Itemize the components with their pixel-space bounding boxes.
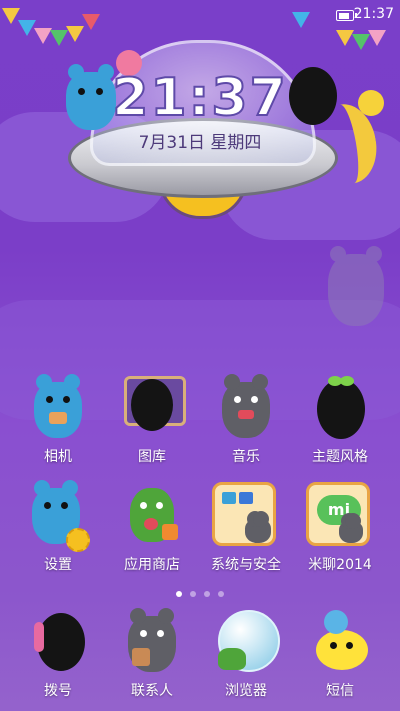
dock-messages[interactable]: 短信 — [298, 608, 382, 708]
clock-date: 7月31日 星期四 — [138, 133, 262, 153]
app-label: 短信 — [326, 683, 354, 699]
app-app-store[interactable]: 应用商店 — [110, 482, 194, 582]
page-dot[interactable] — [218, 591, 224, 597]
app-label: 联系人 — [131, 683, 173, 699]
app-label: 音乐 — [232, 449, 260, 465]
dock-dialer[interactable]: 拨号 — [16, 608, 100, 708]
app-system-security[interactable]: 系统与安全 — [204, 482, 288, 582]
page-indicator[interactable] — [172, 582, 228, 597]
app-themes[interactable]: 主题风格 — [298, 374, 382, 474]
status-clock: 21:37 — [353, 6, 394, 22]
contacts-bear-icon — [122, 608, 182, 674]
gallery-monster-icon — [122, 374, 186, 440]
music-bear-icon — [216, 374, 276, 440]
battery-icon — [336, 10, 357, 21]
app-gallery[interactable]: 图库 — [110, 374, 194, 474]
phone-monster-icon — [28, 608, 88, 674]
app-store-monster-icon — [122, 482, 182, 548]
faded-bear-decoration — [328, 246, 384, 326]
app-label: 图库 — [138, 449, 166, 465]
app-settings[interactable]: 设置 — [16, 480, 100, 582]
app-label: 拨号 — [44, 683, 72, 699]
bunting-flag — [368, 30, 386, 46]
dock-browser[interactable]: 浏览器 — [204, 608, 288, 708]
themes-monster-icon — [310, 374, 370, 440]
app-label: 浏览器 — [225, 683, 267, 699]
messages-monster-icon — [310, 608, 370, 674]
app-label: 应用商店 — [124, 557, 180, 573]
app-label: 系统与安全 — [211, 557, 281, 573]
settings-bear-icon — [28, 480, 90, 552]
page-dot[interactable] — [204, 591, 210, 597]
status-bar: 21:37 — [0, 0, 400, 30]
app-label: 相机 — [44, 449, 72, 465]
browser-globe-icon — [216, 608, 280, 674]
page-dot[interactable] — [176, 591, 182, 597]
camera-bear-icon — [28, 374, 88, 440]
app-label: 主题风格 — [312, 449, 368, 465]
app-camera[interactable]: 相机 — [16, 374, 100, 474]
dock-contacts[interactable]: 联系人 — [110, 608, 194, 708]
app-label: 米聊2014 — [308, 557, 372, 573]
miliao-icon: mi — [306, 482, 374, 548]
clock-time: 21:37 — [111, 67, 288, 129]
page-dot[interactable] — [190, 591, 196, 597]
app-music[interactable]: 音乐 — [204, 374, 288, 474]
app-miliao[interactable]: mi 米聊2014 — [298, 482, 382, 582]
app-label: 设置 — [44, 557, 72, 573]
security-folder-icon — [212, 482, 280, 548]
